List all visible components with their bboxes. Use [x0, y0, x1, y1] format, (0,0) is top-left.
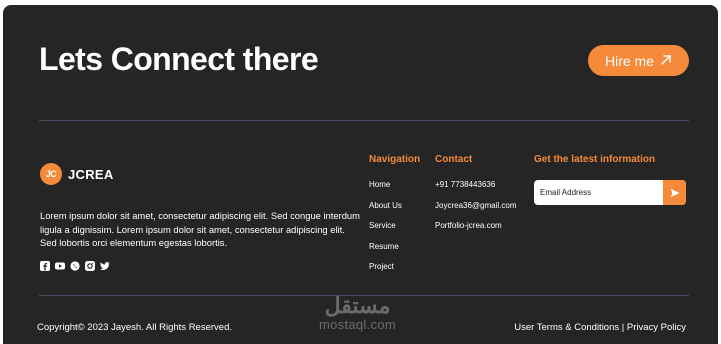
watermark: مستقل mostaql.com: [319, 294, 396, 332]
watermark-latin: mostaql.com: [319, 317, 396, 332]
nav-link-service[interactable]: Service: [369, 222, 402, 243]
nav-link-home[interactable]: Home: [369, 181, 402, 202]
privacy-link[interactable]: Privacy Policy: [627, 322, 686, 333]
brand: JC JCREA: [40, 163, 114, 185]
legal-links: User Terms & Conditions | Privacy Policy: [514, 322, 686, 333]
newsletter-form: [534, 180, 686, 205]
legal-separator: |: [621, 322, 625, 333]
twitter-icon[interactable]: [100, 261, 110, 271]
newsletter-title: Get the latest information: [534, 154, 656, 165]
email-field[interactable]: [534, 180, 663, 205]
arrow-up-right-icon: [660, 53, 672, 69]
navigation-list: Home About Us Service Resume Project: [369, 181, 402, 284]
nav-link-resume[interactable]: Resume: [369, 242, 402, 264]
terms-link[interactable]: User Terms & Conditions: [514, 322, 619, 333]
page-title: Lets Connect there: [39, 41, 319, 77]
navigation-title: Navigation: [369, 154, 421, 165]
send-button[interactable]: [663, 180, 686, 205]
brand-name: JCREA: [68, 166, 114, 182]
instagram-icon[interactable]: [85, 261, 95, 271]
hire-me-label: Hire me: [604, 52, 654, 69]
social-links: [40, 261, 110, 271]
footer-panel: Lets Connect there Hire me JC JCREA Lore…: [3, 5, 718, 344]
watermark-arabic: مستقل: [324, 293, 391, 318]
top-divider: [39, 120, 689, 121]
copyright-text: Copyright© 2023 Jayesh. All Rights Reser…: [37, 322, 232, 333]
facebook-icon[interactable]: [40, 261, 50, 271]
send-icon: [670, 188, 679, 197]
nav-link-about-us[interactable]: About Us: [369, 201, 402, 223]
contact-phone[interactable]: +91 7738443636: [435, 181, 516, 202]
contact-title: Contact: [435, 154, 473, 165]
brand-logo: JC: [40, 163, 62, 185]
hire-me-button[interactable]: Hire me: [588, 45, 689, 76]
contact-website[interactable]: Portfolio-jcrea.com: [435, 222, 516, 243]
whatsapp-icon[interactable]: [70, 261, 80, 271]
brand-description: Lorem ipsum dolor sit amet, consectetur …: [40, 210, 360, 248]
youtube-icon[interactable]: [55, 261, 65, 271]
contact-email[interactable]: Joycrea36@gmail.com: [435, 201, 516, 223]
contact-list: +91 7738443636 Joycrea36@gmail.com Portf…: [435, 181, 516, 243]
nav-link-project[interactable]: Project: [369, 263, 402, 284]
